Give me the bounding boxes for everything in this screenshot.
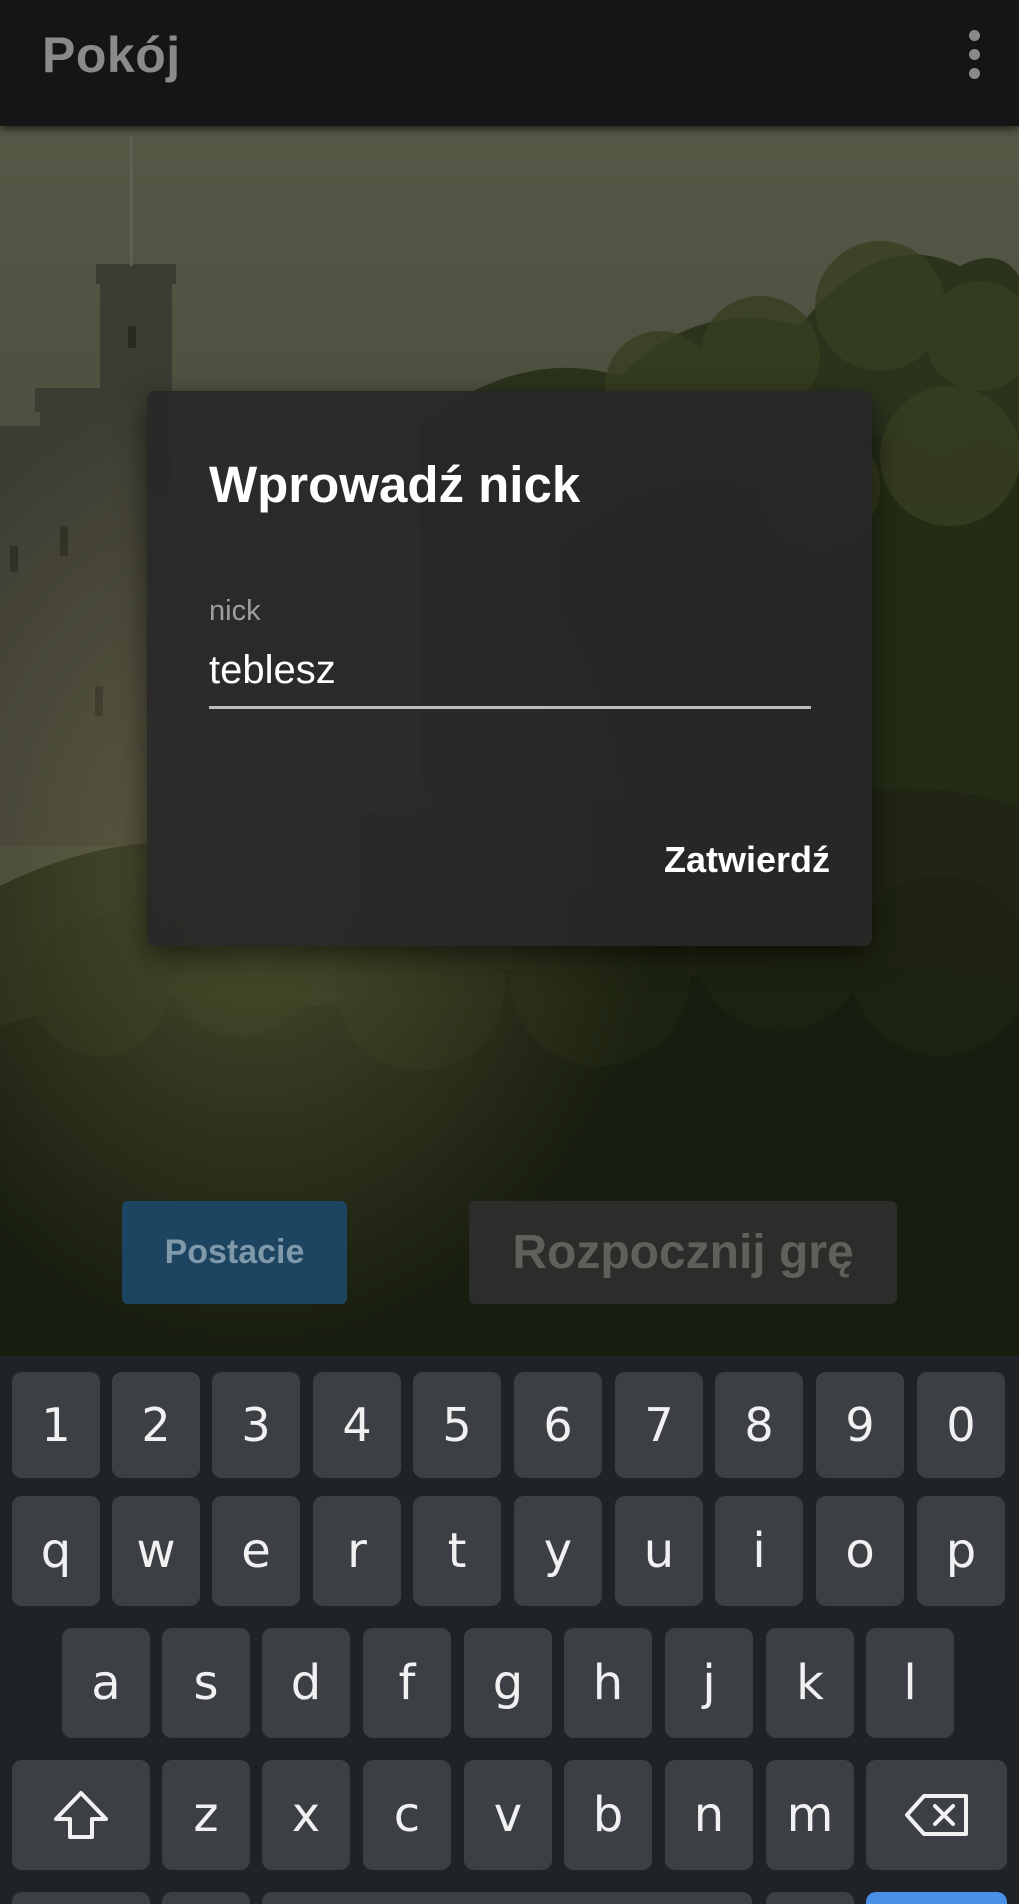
key-x[interactable]: x — [262, 1760, 350, 1870]
key-6[interactable]: 6 — [514, 1372, 602, 1478]
key-2[interactable]: 2 — [112, 1372, 200, 1478]
start-game-button[interactable]: Rozpocznij grę — [469, 1201, 897, 1304]
shift-icon — [52, 1789, 110, 1841]
key-w[interactable]: w — [112, 1496, 200, 1606]
key-f[interactable]: f — [363, 1628, 451, 1738]
dialog-title: Wprowadź nick — [209, 456, 581, 513]
nick-field-label: nick — [209, 595, 261, 627]
backspace-key[interactable] — [866, 1760, 1007, 1870]
key-t[interactable]: t — [413, 1496, 501, 1606]
key-4[interactable]: 4 — [313, 1372, 401, 1478]
key-m[interactable]: m — [766, 1760, 854, 1870]
key-y[interactable]: y — [514, 1496, 602, 1606]
key-1[interactable]: 1 — [12, 1372, 100, 1478]
enter-key[interactable] — [866, 1892, 1007, 1904]
key-8[interactable]: 8 — [715, 1372, 803, 1478]
key-0[interactable]: 0 — [917, 1372, 1005, 1478]
key-q[interactable]: q — [12, 1496, 100, 1606]
space-key[interactable] — [262, 1892, 752, 1904]
key-5[interactable]: 5 — [413, 1372, 501, 1478]
key-h[interactable]: h — [564, 1628, 652, 1738]
key-r[interactable]: r — [313, 1496, 401, 1606]
key-g[interactable]: g — [464, 1628, 552, 1738]
period-key[interactable] — [766, 1892, 854, 1904]
key-i[interactable]: i — [715, 1496, 803, 1606]
backspace-icon — [904, 1792, 970, 1838]
key-d[interactable]: d — [262, 1628, 350, 1738]
key-u[interactable]: u — [615, 1496, 703, 1606]
key-v[interactable]: v — [464, 1760, 552, 1870]
key-j[interactable]: j — [665, 1628, 753, 1738]
key-k[interactable]: k — [766, 1628, 854, 1738]
key-a[interactable]: a — [62, 1628, 150, 1738]
key-9[interactable]: 9 — [816, 1372, 904, 1478]
key-n[interactable]: n — [665, 1760, 753, 1870]
key-s[interactable]: s — [162, 1628, 250, 1738]
comma-key[interactable] — [162, 1892, 250, 1904]
symbols-key[interactable] — [12, 1892, 150, 1904]
nick-input[interactable] — [209, 635, 811, 709]
key-e[interactable]: e — [212, 1496, 300, 1606]
key-o[interactable]: o — [816, 1496, 904, 1606]
confirm-button[interactable]: Zatwierdź — [664, 839, 830, 881]
key-3[interactable]: 3 — [212, 1372, 300, 1478]
nick-dialog: Wprowadź nick nick Zatwierdź — [147, 391, 872, 946]
app-title: Pokój — [42, 27, 181, 83]
soft-keyboard: 1 2 3 4 5 6 7 8 9 0 q w e r t y u i o p … — [0, 1356, 1019, 1904]
more-vert-icon[interactable] — [949, 22, 999, 86]
key-l[interactable]: l — [866, 1628, 954, 1738]
key-b[interactable]: b — [564, 1760, 652, 1870]
shift-key[interactable] — [12, 1760, 150, 1870]
key-c[interactable]: c — [363, 1760, 451, 1870]
key-p[interactable]: p — [917, 1496, 1005, 1606]
key-7[interactable]: 7 — [615, 1372, 703, 1478]
characters-button[interactable]: Postacie — [122, 1201, 347, 1304]
key-z[interactable]: z — [162, 1760, 250, 1870]
app-bar: Pokój — [0, 0, 1019, 126]
